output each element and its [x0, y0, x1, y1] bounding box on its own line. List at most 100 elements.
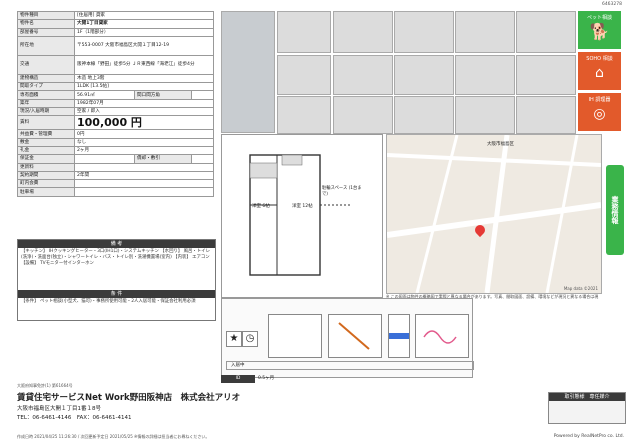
spec-label: 建物構造 [17, 73, 75, 84]
map-road-label: 大阪市福島区 [487, 142, 514, 147]
spec-label: 更新料 [17, 162, 75, 172]
spec-value: 2ヶ月 [74, 145, 214, 156]
spec-row: 築年 1982年07月 [17, 98, 214, 109]
photo-thumb-11[interactable] [277, 96, 331, 134]
stove-icon: ◎ [593, 106, 606, 122]
spec-row: 交通 阪神本線「野田」徒歩5分 ＪＲ東西線「海老江」徒歩4分 [17, 54, 214, 75]
photo-thumb-6[interactable] [277, 55, 331, 95]
conditions-text: 【条件】 ペット相談(小型犬、猫可)・事務所使用可能・2人入居可能・保証会社利用… [21, 299, 196, 304]
spec-row: 礼金 2ヶ月 [17, 145, 214, 156]
spec-row: 建物構造 木造 地上3階 [17, 73, 214, 84]
spec-value: 1982年07月 [74, 98, 214, 109]
spec-row: 町内会費 [17, 179, 214, 189]
room1-label: 洋室 6帖 [252, 204, 270, 209]
spec-value: 〒553-0007 大阪市福島区大開１丁目12-19 [74, 35, 214, 56]
photo-thumb-2[interactable] [333, 11, 393, 53]
text-tool[interactable] [268, 314, 322, 358]
spec-label: 間取タイプ [17, 82, 75, 92]
print-date: 作成日時 2021/04/25 11:26:30 / 次回更新予定日 2021/… [17, 434, 210, 439]
map[interactable]: 大阪市福島区 Map data ©2021 [386, 134, 602, 294]
spec-label: 築年 [17, 98, 75, 109]
photo-thumb-7[interactable] [333, 55, 393, 95]
pen-tool-icon[interactable] [415, 314, 469, 358]
map-roads [387, 135, 601, 293]
spec-label: 保証金 [17, 154, 75, 164]
soho-badge: SOHO 相談 ⌂ [578, 52, 621, 90]
company-address: 大阪市福島区大開１丁目1番１8号 [17, 406, 101, 412]
spec-value: 2年間 [74, 170, 214, 181]
photo-thumb-10[interactable] [516, 55, 576, 95]
powered-by: Powered by RealNetPro co. Ltd. [553, 434, 624, 439]
spec-value: なし [74, 137, 214, 147]
spec-value: 1LDK [13.5帖] [74, 82, 214, 92]
spec-label: 交通 [17, 54, 75, 75]
spec-value: 100,000 円 [74, 115, 214, 131]
spec-row: 部屋番号 1F（1階部分） [17, 27, 214, 37]
spec-value [74, 154, 135, 164]
photo-thumb-5[interactable] [516, 11, 576, 53]
spec-row: 間取タイプ 1LDK [13.5帖] [17, 82, 214, 92]
bar-tool[interactable] [388, 314, 410, 358]
status-row: 入居中 [226, 361, 474, 370]
ih-badge-label: IH 調理器 [588, 97, 611, 103]
spec-label: 物件種目 [17, 10, 75, 21]
spec-label: 礼金 [17, 145, 75, 156]
spec-value: [住居用] 貸家 [74, 10, 214, 21]
photo-thumb-13[interactable] [394, 96, 454, 134]
spec-value: 56.91㎡ [74, 90, 135, 100]
spec-label: 専有面積 [17, 90, 75, 100]
arrow-tool-icon[interactable] [328, 314, 382, 358]
spec-value [74, 162, 214, 172]
bike-space-label: 駐輪スペース (1台まで) [322, 186, 362, 197]
photo-thumb-15[interactable] [516, 96, 576, 134]
spec-table: 物件種目 [住居用] 貸家 物件名 大開1丁目貸家 部屋番号 1F（1階部分） 所在地 〒55… [17, 10, 214, 197]
business-info-tab[interactable]: 業務情報 [606, 165, 624, 255]
photo-thumb-4[interactable] [455, 11, 515, 53]
spec-row: 敷金 なし [17, 137, 214, 147]
spec-label: 契約期間 [17, 170, 75, 181]
spec-label: 物件名 [17, 19, 75, 29]
spec-value: 空家 / 即入 [74, 107, 214, 117]
remarks-box: 備 考 【キッチン】 IHクッキングヒーター・3口(IH1口)・システムキッチン… [17, 239, 216, 321]
trade-box: 取引態様 専任媒介 [548, 392, 626, 424]
pet-badge-label: ペット相談 [586, 15, 612, 21]
document-id: 6463278 [601, 2, 622, 7]
room2-label: 洋室 12帖 [292, 204, 313, 209]
photo-thumb-3[interactable] [394, 11, 454, 53]
spec-label-2: 間口間方角 [134, 90, 192, 100]
remarks-title: 備 考 [18, 240, 215, 248]
photo-thumb-9[interactable] [455, 55, 515, 95]
trade-title: 取引態様 専任媒介 [549, 393, 625, 401]
clock-tool-icon[interactable]: ◷ [242, 331, 258, 347]
spec-row: 契約期間 2年間 [17, 170, 214, 181]
floorplan-drawing [249, 154, 350, 276]
spec-row: 更新料 [17, 162, 214, 172]
building-photo[interactable] [221, 11, 275, 133]
photo-thumb-8[interactable] [394, 55, 454, 95]
spec-value: 大開1丁目貸家 [74, 19, 214, 29]
spec-row: 賃料 100,000 円 [17, 115, 214, 131]
spec-label-2: 償却・敷引 [134, 154, 192, 164]
spec-label: 賃料 [17, 115, 75, 131]
spec-row: 現況/入居時期 空家 / 即入 [17, 107, 214, 117]
floorplan: 洋室 6帖 洋室 12帖 駐輪スペース (1台まで) [221, 134, 383, 298]
remarks-text: 【キッチン】 IHクッキングヒーター・3口(IH1口)・システムキッチン 【水回… [21, 249, 210, 266]
photo-thumb-1[interactable] [277, 11, 331, 53]
spec-label: 現況/入居時期 [17, 107, 75, 117]
photo-thumb-14[interactable] [455, 96, 515, 134]
spec-row: 共益費・管理費 0円 [17, 129, 214, 139]
desk-icon: ⌂ [595, 65, 604, 81]
spec-value-2 [191, 154, 214, 164]
spec-label: 町内会費 [17, 179, 75, 189]
spec-label: 所在地 [17, 35, 75, 56]
soho-badge-label: SOHO 相談 [586, 56, 613, 62]
spec-row: 物件種目 [住居用] 貸家 [17, 10, 214, 21]
pet-icon: 🐕 [589, 22, 610, 41]
pet-badge: ペット相談 🐕 [578, 11, 621, 49]
star-tool-icon[interactable]: ★ [226, 331, 242, 347]
ih-badge: IH 調理器 ◎ [578, 93, 621, 131]
spec-row: 専有面積 56.91㎡ 間口間方角 [17, 90, 214, 100]
photo-thumb-12[interactable] [333, 96, 393, 134]
conditions-title: 条 件 [18, 290, 215, 298]
spec-label: 共益費・管理費 [17, 129, 75, 139]
